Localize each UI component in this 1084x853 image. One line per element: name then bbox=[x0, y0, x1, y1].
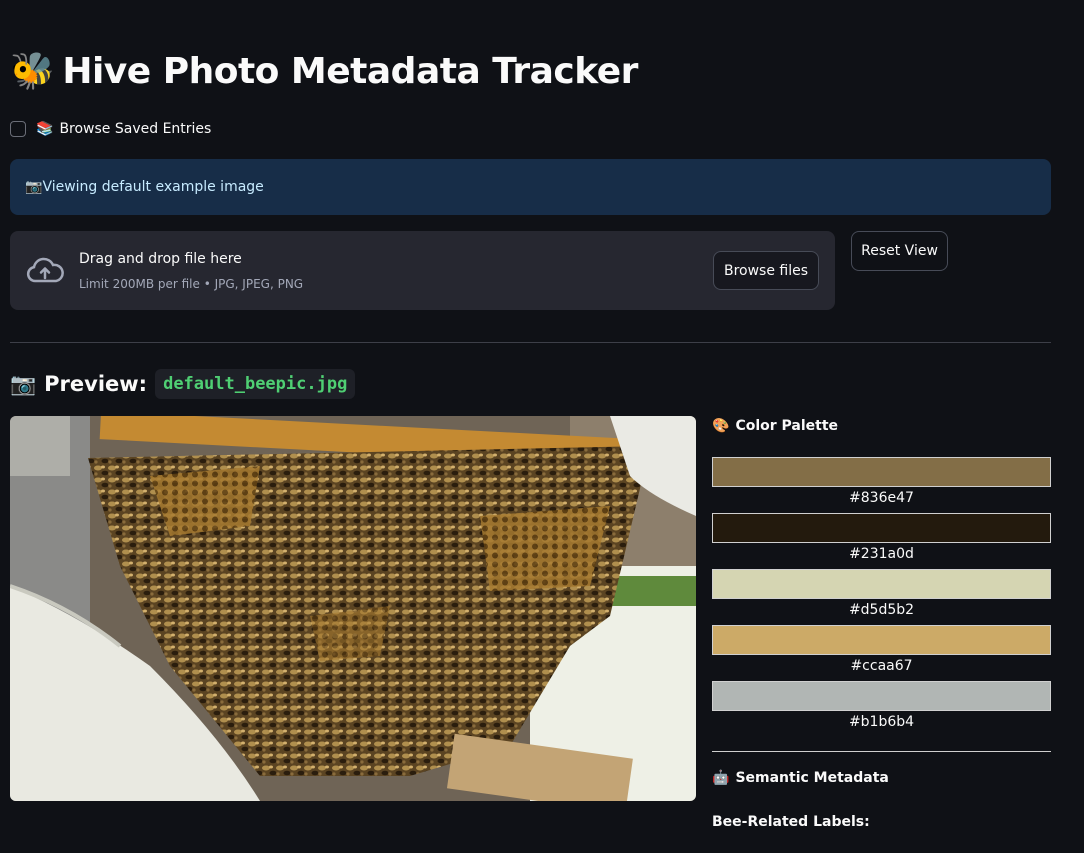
semantic-metadata-heading: 🤖 Semantic Metadata bbox=[712, 770, 889, 786]
page-title-text: Hive Photo Metadata Tracker bbox=[62, 50, 638, 92]
browse-saved-entries-checkbox[interactable] bbox=[10, 121, 26, 137]
camera-icon: 📷 bbox=[10, 371, 37, 396]
color-swatch bbox=[712, 513, 1051, 543]
color-palette-title: Color Palette bbox=[735, 418, 839, 434]
books-icon: 📚 bbox=[36, 121, 54, 137]
browse-files-button[interactable]: Browse files bbox=[713, 251, 819, 290]
divider bbox=[712, 751, 1051, 752]
camera-icon: 📷 bbox=[25, 179, 43, 195]
preview-image bbox=[10, 416, 696, 801]
uploader-limit: Limit 200MB per file • JPG, JPEG, PNG bbox=[79, 277, 304, 291]
uploader-title: Drag and drop file here bbox=[79, 251, 242, 267]
bee-icon: 🐝 bbox=[10, 51, 55, 92]
robot-icon: 🤖 bbox=[712, 770, 730, 786]
color-swatch-hex: #d5d5b2 bbox=[848, 602, 915, 618]
preview-filename: default_beepic.jpg bbox=[155, 369, 356, 399]
color-swatch bbox=[712, 625, 1051, 655]
color-swatch bbox=[712, 681, 1051, 711]
color-swatch-hex: #ccaa67 bbox=[850, 658, 913, 674]
browse-saved-entries-label: Browse Saved Entries bbox=[59, 121, 212, 137]
file-uploader-dropzone[interactable]: Drag and drop file here Limit 200MB per … bbox=[10, 231, 835, 310]
color-swatch bbox=[712, 569, 1051, 599]
color-palette-heading: 🎨 Color Palette bbox=[712, 418, 838, 434]
color-swatch bbox=[712, 457, 1051, 487]
page-title: 🐝 Hive Photo Metadata Tracker bbox=[10, 50, 638, 93]
color-swatch-hex: #231a0d bbox=[849, 546, 914, 562]
divider bbox=[10, 342, 1051, 343]
browse-saved-entries-toggle[interactable]: 📚 Browse Saved Entries bbox=[10, 121, 211, 137]
preview-label: Preview: bbox=[44, 372, 148, 396]
info-alert-text: Viewing default example image bbox=[42, 179, 264, 195]
semantic-metadata-title: Semantic Metadata bbox=[735, 770, 889, 786]
preview-heading: 📷 Preview: default_beepic.jpg bbox=[10, 369, 356, 399]
cloud-upload-icon bbox=[26, 257, 64, 283]
info-alert: 📷 Viewing default example image bbox=[10, 159, 1051, 215]
bee-related-labels-heading: Bee-Related Labels: bbox=[712, 814, 870, 830]
color-swatch-hex: #836e47 bbox=[849, 490, 914, 506]
palette-icon: 🎨 bbox=[712, 418, 730, 434]
reset-view-button[interactable]: Reset View bbox=[851, 231, 948, 271]
color-swatch-hex: #b1b6b4 bbox=[848, 714, 915, 730]
